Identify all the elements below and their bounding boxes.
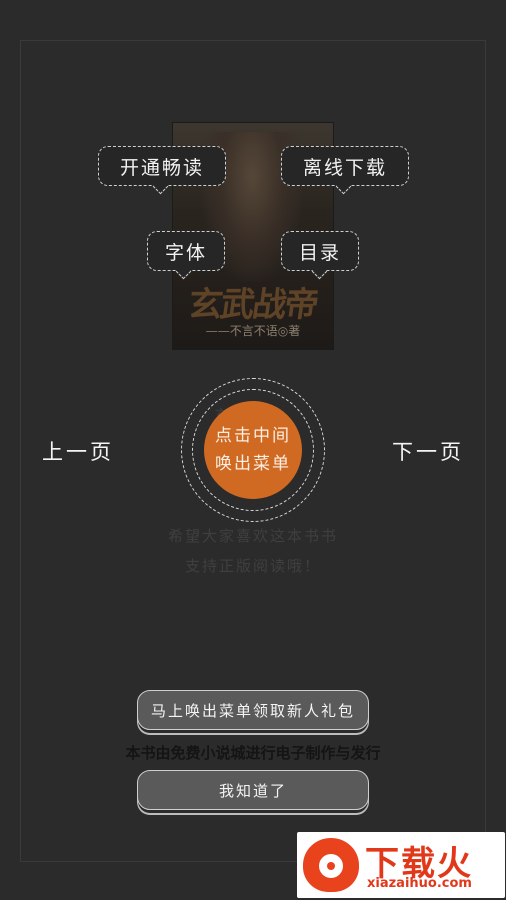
tip-toc[interactable]: 目录 <box>281 231 359 271</box>
tip-open-reading-label: 开通畅读 <box>119 156 204 179</box>
tip-font[interactable]: 字体 <box>147 231 225 271</box>
tip-font-label: 字体 <box>164 241 207 264</box>
prev-page-button[interactable]: 上一页 <box>42 436 114 466</box>
center-menu-button[interactable]: 点击中间 唤出菜单 <box>204 401 302 499</box>
publisher-notice: 本书由免费小说城进行电子制作与发行 <box>125 744 381 762</box>
center-menu-line1: 点击中间 <box>215 426 291 446</box>
cover-author: ——不言不语◎著 <box>205 324 301 338</box>
page-text-line: 支持正版阅读哦！ <box>184 557 321 575</box>
got-it-label: 我知道了 <box>218 781 287 800</box>
watermark-logo: 下载火 xiazaihuo.com <box>297 832 505 898</box>
tip-open-reading[interactable]: 开通畅读 <box>98 146 226 186</box>
center-menu-line2: 唤出菜单 <box>215 454 291 474</box>
cover-title: 玄武战帝 <box>185 285 320 325</box>
claim-gift-button[interactable]: 马上唤出菜单领取新人礼包 <box>137 690 369 730</box>
claim-gift-label: 马上唤出菜单领取新人礼包 <box>150 701 355 720</box>
flame-icon <box>303 838 359 892</box>
got-it-button[interactable]: 我知道了 <box>137 770 369 810</box>
tip-offline-download[interactable]: 离线下载 <box>281 146 409 186</box>
tip-offline-download-label: 离线下载 <box>302 156 387 179</box>
tip-toc-label: 目录 <box>298 241 341 264</box>
page-text-line: 希望大家喜欢这本书书 <box>167 527 338 545</box>
next-page-button[interactable]: 下一页 <box>392 436 464 466</box>
watermark-domain: xiazaihuo.com <box>367 876 472 891</box>
